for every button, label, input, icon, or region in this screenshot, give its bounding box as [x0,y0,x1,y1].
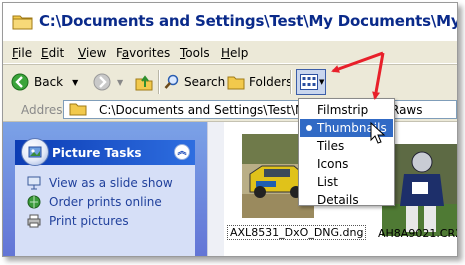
task-item-slideshow[interactable]: View as a slide show [27,174,173,192]
picture-tasks-title: Picture Tasks [52,146,142,160]
back-dropdown-icon[interactable]: ▼ [72,78,78,87]
search-icon [164,74,179,89]
picture-tasks-header[interactable]: Picture Tasks ︽ [15,138,195,166]
task-item-order-prints[interactable]: Order prints online [27,193,162,211]
view-option-filmstrip[interactable]: Filmstrip [300,101,393,119]
back-label: Back [34,75,64,89]
view-option-icons[interactable]: Icons [300,155,393,173]
title-bar: C:\Documents and Settings\Test\My Docume… [3,3,457,41]
back-arrow-icon [11,73,29,91]
selected-bullet-icon [306,125,312,131]
file-name-label[interactable]: AXL8531_DxO_DNG.dng [227,225,367,240]
menu-view[interactable]: View [78,46,106,60]
forward-button[interactable]: ▼ [93,70,123,94]
view-option-tiles[interactable]: Tiles [300,137,393,155]
views-grid-icon [300,74,318,90]
address-label: Address [21,103,69,117]
task-item-print[interactable]: Print pictures [27,212,129,230]
menu-bar: File Edit View Favorites Tools Help [3,42,457,64]
search-label: Search [184,75,226,89]
views-button[interactable]: ▼ [296,69,326,95]
view-option-list[interactable]: List [300,173,393,191]
menu-favorites[interactable]: Favorites [116,46,170,60]
folders-icon [227,76,245,90]
up-folder-icon [135,75,153,91]
view-option-thumbnails[interactable]: Thumbnails [300,119,393,137]
explorer-window: C:\Documents and Settings\Test\My Docume… [2,2,458,257]
folder-icon [69,103,87,116]
folder-icon [12,15,33,30]
address-value-tail: Raws [391,103,423,117]
task-pane: Picture Tasks ︽ View as a slide show Ord… [3,122,207,256]
menu-help[interactable]: Help [221,46,248,60]
picture-tasks-icon [21,138,49,166]
views-dropdown-icon: ▼ [319,78,325,86]
task-label: Print pictures [49,214,129,228]
search-button[interactable]: Search [164,70,225,94]
printer-icon [27,214,41,228]
task-label: Order prints online [49,195,162,209]
menu-tools[interactable]: Tools [180,46,210,60]
up-folder-button[interactable] [135,70,153,94]
back-button[interactable]: Back ▼ [11,70,78,94]
window-title: C:\Documents and Settings\Test\My Docume… [39,12,458,30]
toolbar: Back ▼ ▼ Search Folders ▼ [3,64,457,100]
folders-label: Folders [249,75,293,89]
file-name-label[interactable]: AH8A9021.CR2 [378,227,457,240]
forward-arrow-icon [93,73,111,91]
task-pane-scrollbar[interactable] [207,122,224,256]
slideshow-icon [27,176,41,190]
view-option-details[interactable]: Details [300,191,393,209]
order-prints-icon [27,195,41,209]
forward-dropdown-icon[interactable]: ▼ [117,78,123,87]
folders-button[interactable]: Folders [227,70,292,94]
collapse-chevron-icon[interactable]: ︽ [174,144,190,160]
menu-file[interactable]: File [12,46,32,60]
task-label: View as a slide show [49,176,173,190]
picture-tasks-panel: Picture Tasks ︽ View as a slide show Ord… [15,138,195,256]
views-dropdown-menu: Filmstrip Thumbnails Tiles Icons List De… [298,98,395,209]
address-field[interactable]: C:\Documents and Settings\Test\My Docu R… [63,100,457,119]
menu-edit[interactable]: Edit [41,46,64,60]
